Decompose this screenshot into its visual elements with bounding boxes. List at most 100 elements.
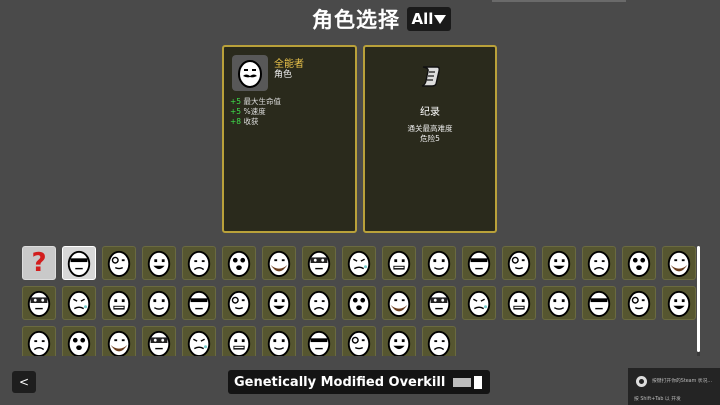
character-slot-streamer[interactable] <box>462 286 496 320</box>
potato-face-icon <box>27 290 51 317</box>
potato-face-icon <box>187 250 211 277</box>
character-slot-multitasker[interactable] <box>502 246 536 280</box>
character-slot-arms-dealer[interactable] <box>422 286 456 320</box>
potato-face-icon <box>107 250 131 277</box>
character-grid: ? <box>22 246 700 356</box>
character-slot-entrepreneur[interactable] <box>182 286 216 320</box>
potato-face-icon <box>307 330 331 356</box>
potato-face-icon <box>507 250 531 277</box>
potato-face-icon <box>427 330 451 356</box>
character-slot-crazy[interactable] <box>142 246 176 280</box>
weapon-name: Genetically Modified Overkill <box>234 374 446 390</box>
potato-face-icon <box>307 250 331 277</box>
potato-face-icon <box>507 290 531 317</box>
character-slot-renegade[interactable] <box>182 326 216 356</box>
character-slot-jack[interactable] <box>582 286 616 320</box>
potato-face-icon <box>147 250 171 277</box>
character-slot-demon[interactable] <box>422 326 456 356</box>
character-slot-ranger[interactable] <box>182 246 216 280</box>
character-slot-speedy[interactable] <box>142 286 176 320</box>
potato-face-icon <box>587 250 611 277</box>
character-slot-old[interactable] <box>302 246 336 280</box>
potato-face-icon <box>667 250 691 277</box>
character-slot-farmer[interactable] <box>62 286 96 320</box>
steam-notification: 按键打开你的Steam 状况... 按 Shift+Tab 以 开发 <box>628 368 720 405</box>
character-slot-pacifist[interactable] <box>582 246 616 280</box>
record-difficulty-label: 通关最高难度 <box>407 124 453 133</box>
stat-row: +5 %速度 <box>230 107 266 116</box>
stat-row: +8 收获 <box>230 117 259 126</box>
character-slot-glutton[interactable] <box>542 286 576 320</box>
character-slot-king[interactable] <box>142 326 176 356</box>
potato-face-icon <box>187 330 211 356</box>
potato-face-icon <box>227 330 251 356</box>
potato-face-icon <box>107 330 131 356</box>
character-slot-apprentice[interactable] <box>662 286 696 320</box>
character-stats: +5 最大生命值 +5 %速度 +8 收获 <box>230 97 281 127</box>
potato-face-icon <box>347 290 371 317</box>
character-slot-cryptid[interactable] <box>22 326 56 356</box>
filter-dropdown[interactable]: All <box>407 7 451 31</box>
cursor-block <box>474 375 483 389</box>
potato-face-icon <box>547 290 571 317</box>
potato-face-icon <box>267 250 291 277</box>
character-slot-explorer[interactable] <box>262 286 296 320</box>
character-slot-hunter[interactable] <box>342 286 376 320</box>
character-slot-doctor[interactable] <box>302 286 336 320</box>
back-button[interactable]: < <box>12 371 36 393</box>
toast-line-1: 按键打开你的Steam 状况... <box>652 379 712 384</box>
potato-face-icon <box>667 290 691 317</box>
potato-face-icon <box>67 290 91 317</box>
potato-face-icon <box>387 250 411 277</box>
character-slot-generalist[interactable] <box>422 246 456 280</box>
potato-face-icon <box>27 330 51 356</box>
record-details: 通关最高难度 危险5 <box>365 124 495 144</box>
character-slot-well-rounded[interactable] <box>62 246 96 280</box>
character-slot-golem[interactable] <box>102 326 136 356</box>
character-slot-knight[interactable] <box>382 326 416 356</box>
character-slot-random[interactable]: ? <box>22 246 56 280</box>
character-slot-gladiator[interactable] <box>622 246 656 280</box>
potato-face-icon <box>467 250 491 277</box>
character-slot-wildling[interactable] <box>542 246 576 280</box>
scroll-icon <box>421 66 440 87</box>
potato-face-icon <box>387 290 411 317</box>
potato-face-icon <box>67 250 91 277</box>
character-slot-bull[interactable] <box>262 326 296 356</box>
character-slot-engineer[interactable] <box>222 286 256 320</box>
grid-scrollbar-thumb[interactable] <box>697 246 700 352</box>
potato-mustache-icon <box>238 60 262 88</box>
character-slot-lich[interactable] <box>622 286 656 320</box>
character-slot-masochist[interactable] <box>342 326 376 356</box>
character-slot-loud[interactable] <box>462 246 496 280</box>
top-edge-strip <box>492 0 626 2</box>
record-title: 纪录 <box>420 107 440 118</box>
potato-face-icon <box>347 250 371 277</box>
character-slot-saver[interactable] <box>662 246 696 280</box>
potato-face-icon <box>467 290 491 317</box>
character-info-panel: 全能者 角色 +5 最大生命值 +5 %速度 +8 收获 <box>222 45 357 233</box>
character-slot-mage[interactable] <box>222 246 256 280</box>
potato-face-icon <box>627 290 651 317</box>
progress-block <box>453 377 472 387</box>
toast-line-2: 按 Shift+Tab 以 开发 <box>634 397 681 402</box>
character-portrait <box>232 55 268 91</box>
character-slot-mutant[interactable] <box>382 246 416 280</box>
random-question-icon: ? <box>31 248 47 278</box>
record-panel: 纪录 通关最高难度 危险5 <box>363 45 497 233</box>
character-slot-artificer[interactable] <box>382 286 416 320</box>
character-slot-cyborg[interactable] <box>502 286 536 320</box>
character-type: 角色 <box>274 70 293 80</box>
character-slot-fisherman[interactable] <box>62 326 96 356</box>
steam-icon <box>636 376 647 387</box>
record-difficulty-value: 危险5 <box>420 134 440 143</box>
character-slot-ghost[interactable] <box>102 286 136 320</box>
character-slot-chunky[interactable] <box>262 246 296 280</box>
potato-face-icon <box>227 250 251 277</box>
character-slot-brawler[interactable] <box>102 246 136 280</box>
character-slot-soldier[interactable] <box>302 326 336 356</box>
character-slot-sick[interactable] <box>22 286 56 320</box>
character-slot-one-armed[interactable] <box>222 326 256 356</box>
character-slot-lucky[interactable] <box>342 246 376 280</box>
potato-face-icon <box>147 290 171 317</box>
